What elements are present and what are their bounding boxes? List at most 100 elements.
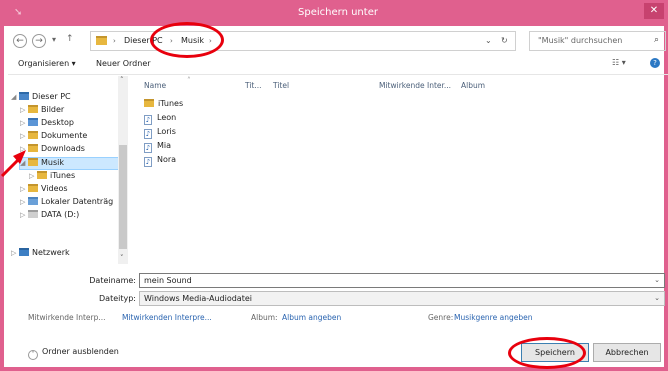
nav-label: Videos [41, 184, 68, 193]
list-item[interactable]: ♪ Mia [144, 141, 171, 153]
drive-icon [28, 197, 38, 205]
list-item[interactable]: ♪ Nora [144, 155, 176, 167]
file-name: iTunes [158, 99, 184, 108]
nav-item-netzwerk[interactable]: ▷ Netzwerk [11, 248, 70, 261]
filetype-select[interactable]: Windows Media-Audiodatei ⌄ [139, 291, 665, 306]
navigation-pane: ◢ Dieser PC ▷ Bilder ▷ Desktop ▷ Dokumente ▷… [8, 76, 128, 264]
address-bar[interactable]: › Dieser PC › Musik › ⌄ ↻ [90, 31, 516, 51]
nav-label: Netzwerk [32, 248, 70, 257]
help-icon[interactable]: ? [650, 58, 660, 68]
expand-arrow-icon[interactable]: ▷ [20, 185, 28, 193]
album-label: Album: [251, 313, 278, 322]
folder-icon [28, 105, 38, 113]
column-header-title[interactable]: Titel [273, 81, 289, 90]
cancel-button[interactable]: Abbrechen [593, 343, 661, 362]
drive-icon [28, 210, 38, 218]
organize-button[interactable]: Organisieren ▾ [18, 59, 76, 68]
network-icon [19, 248, 29, 256]
up-icon[interactable]: ↑ [66, 34, 74, 44]
nav-item-musik[interactable]: ◢ Musik [19, 157, 120, 170]
nav-item-itunes[interactable]: ▷ iTunes [29, 171, 75, 184]
nav-item-dokumente[interactable]: ▷ Dokumente [20, 131, 87, 144]
nav-item-downloads[interactable]: ▷ Downloads [20, 144, 85, 157]
filename-row: Dateiname: mein Sound ⌄ [8, 273, 668, 288]
expand-arrow-icon[interactable]: ▷ [20, 119, 28, 127]
nav-label: DATA (D:) [41, 210, 80, 219]
chevron-down-icon[interactable]: ⌄ [654, 294, 660, 302]
nav-item-desktop[interactable]: ▷ Desktop [20, 118, 74, 131]
computer-icon [19, 92, 29, 100]
scroll-up-icon[interactable]: ˄ [120, 76, 124, 84]
expand-arrow-icon[interactable]: ▷ [29, 172, 37, 180]
chevron-up-icon: ˄ [28, 350, 38, 360]
expand-arrow-icon[interactable]: ▷ [11, 249, 19, 257]
forward-icon[interactable]: → [32, 34, 46, 48]
collapse-arrow-icon[interactable]: ◢ [20, 159, 28, 167]
title-bar: ➘ Speichern unter ✕ [4, 0, 668, 26]
nav-label: Desktop [41, 118, 74, 127]
expand-arrow-icon[interactable]: ▷ [20, 132, 28, 140]
folder-icon [28, 131, 38, 139]
search-placeholder: "Musik" durchsuchen [538, 36, 623, 45]
file-name: Loris [157, 127, 176, 136]
folder-icon [96, 36, 107, 45]
filetype-value: Windows Media-Audiodatei [144, 294, 252, 303]
list-item[interactable]: iTunes [144, 99, 183, 111]
nav-item-data-d[interactable]: ▷ DATA (D:) [20, 210, 79, 223]
expand-arrow-icon[interactable]: ▷ [20, 145, 28, 153]
nav-item-bilder[interactable]: ▷ Bilder [20, 105, 64, 118]
chevron-down-icon[interactable]: ⌄ [654, 276, 660, 284]
nav-label: Dokumente [41, 131, 88, 140]
scrollbar-thumb[interactable] [119, 145, 127, 249]
nav-label: Downloads [41, 144, 85, 153]
nav-label: Bilder [41, 105, 65, 114]
nav-item-videos[interactable]: ▷ Videos [20, 184, 68, 197]
filename-value: mein Sound [144, 276, 192, 285]
column-header-name[interactable]: Name [144, 81, 166, 90]
nav-item-lokaler-datentraeger[interactable]: ▷ Lokaler Datenträg [20, 197, 113, 210]
column-header-album[interactable]: Album [461, 81, 485, 90]
breadcrumb-separator-icon[interactable]: › [209, 37, 212, 45]
hide-folders-button[interactable]: ˄ Ordner ausblenden [28, 347, 119, 360]
breadcrumb-musik[interactable]: Musik [181, 36, 204, 45]
breadcrumb-separator-icon[interactable]: › [113, 37, 116, 45]
filename-field[interactable]: mein Sound ⌄ [139, 273, 665, 288]
genre-label: Genre: [428, 313, 454, 322]
refresh-icon[interactable]: ↻ [501, 36, 508, 45]
breadcrumb-separator-icon[interactable]: › [170, 37, 173, 45]
music-folder-icon [28, 158, 38, 166]
folder-icon [37, 171, 47, 179]
list-item[interactable]: ♪ Loris [144, 127, 176, 139]
address-dropdown-icon[interactable]: ⌄ [485, 36, 492, 45]
artists-field[interactable]: Mitwirkenden Interpre... [122, 313, 212, 322]
back-icon[interactable]: ← [13, 34, 27, 48]
hide-folders-label: Ordner ausblenden [42, 347, 119, 356]
new-folder-button[interactable]: Neuer Ordner [96, 59, 151, 68]
list-item[interactable]: ♪ Leon [144, 113, 176, 125]
close-button[interactable]: ✕ [644, 3, 664, 19]
expand-arrow-icon[interactable]: ▷ [20, 211, 28, 219]
breadcrumb-dieser-pc[interactable]: Dieser PC [124, 36, 163, 45]
audio-file-icon: ♪ [144, 157, 152, 167]
collapse-arrow-icon[interactable]: ◢ [11, 93, 19, 101]
nav-item-dieser-pc[interactable]: ◢ Dieser PC [11, 92, 71, 105]
nav-label: Dieser PC [32, 92, 71, 101]
search-input[interactable]: "Musik" durchsuchen ⌕ [529, 31, 666, 51]
column-header-artists[interactable]: Mitwirkende Inter... [379, 81, 451, 90]
column-header-number[interactable]: Tit... [245, 81, 262, 90]
address-row: ← → ▾ ↑ › Dieser PC › Musik › ⌄ ↻ "Musik… [10, 31, 666, 51]
toolbar: Organisieren ▾ Neuer Ordner ☷ ▾ ? [8, 53, 668, 75]
save-button[interactable]: Speichern [521, 343, 589, 362]
expand-arrow-icon[interactable]: ▷ [20, 106, 28, 114]
genre-field[interactable]: Musikgenre angeben [454, 313, 532, 322]
view-options-icon[interactable]: ☷ ▾ [612, 58, 626, 67]
folder-icon [28, 184, 38, 192]
metadata-row: Mitwirkende Interp... Mitwirkenden Inter… [8, 313, 668, 325]
file-name: Leon [157, 113, 177, 122]
nav-scrollbar[interactable]: ˄ ˅ [118, 76, 128, 264]
album-field[interactable]: Album angeben [282, 313, 341, 322]
recent-dropdown-icon[interactable]: ▾ [52, 35, 56, 44]
filetype-label: Dateityp: [99, 294, 136, 303]
scroll-down-icon[interactable]: ˅ [120, 254, 124, 262]
expand-arrow-icon[interactable]: ▷ [20, 198, 28, 206]
